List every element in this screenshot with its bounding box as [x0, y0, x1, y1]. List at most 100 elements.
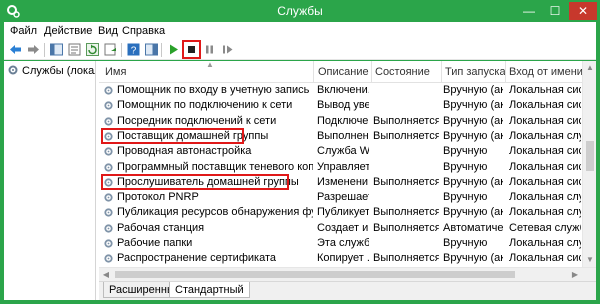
pause-service-icon[interactable] [202, 42, 217, 57]
service-description: Включени... [317, 84, 369, 96]
service-gear-icon [104, 162, 113, 172]
service-description: Изменени... [317, 175, 369, 188]
scroll-up-icon[interactable]: ▲ [583, 61, 597, 75]
service-description: Подключен... [317, 114, 369, 127]
service-startup-type: Вручную (ак... [443, 252, 503, 265]
service-startup-type: Вручную [443, 191, 488, 204]
column-divider[interactable] [313, 61, 314, 83]
service-gear-icon [104, 193, 113, 202]
svg-text:?: ? [131, 46, 137, 57]
minimize-button[interactable]: — [517, 2, 541, 20]
column-header-startup-type[interactable]: Тип запуска [445, 66, 506, 78]
column-divider[interactable] [371, 61, 372, 83]
properties-icon[interactable] [67, 42, 82, 57]
table-row[interactable]: Программный поставщик теневого копирован… [99, 160, 582, 175]
service-logon-as: Локальная сис... [509, 145, 581, 158]
service-logon-as: Локальная слу... [509, 206, 581, 219]
console-tree-icon[interactable] [49, 42, 64, 57]
table-row[interactable]: Рабочие папки Эта служб... Вручную Локальна… [99, 236, 582, 251]
service-startup-type: Вручную (ак... [443, 114, 503, 127]
service-name: Помощник по подключению к сети [117, 99, 293, 112]
toolbar: ? [4, 40, 596, 60]
service-name: Проводная автонастройка [117, 145, 252, 158]
service-logon-as: Локальная слу... [509, 237, 581, 249]
service-name: Помощник по входу в учетную запись Майкр… [117, 84, 313, 96]
service-name: Программный поставщик теневого копирован… [117, 160, 313, 173]
refresh-icon[interactable] [85, 42, 100, 57]
service-startup-type: Вручную (ак... [443, 206, 503, 219]
column-header-description[interactable]: Описание [318, 66, 369, 78]
help-icon[interactable]: ? [126, 42, 141, 57]
scroll-thumb[interactable] [115, 271, 515, 278]
service-description: Разрешает... [317, 191, 369, 204]
menu-file[interactable]: Файл [10, 25, 37, 37]
service-name: Протокол PNRP [117, 191, 199, 204]
close-button[interactable]: ✕ [569, 2, 597, 20]
horizontal-scrollbar[interactable]: ◀ ▶ [99, 267, 596, 281]
scroll-right-icon[interactable]: ▶ [568, 268, 582, 282]
title-bar: Службы — ☐ ✕ [0, 0, 600, 22]
scroll-thumb[interactable] [586, 141, 594, 171]
service-gear-icon [104, 224, 113, 233]
table-row[interactable]: Протокол PNRP Разрешает... Вручную Локальна… [99, 190, 582, 205]
service-description: Эта служб... [317, 237, 369, 249]
column-header-logon-as[interactable]: Вход от имени [509, 66, 583, 78]
service-gear-icon [104, 254, 113, 263]
service-name: Рабочие папки [117, 237, 193, 249]
vertical-scrollbar[interactable]: ▲ ▼ [582, 61, 596, 267]
scroll-left-icon[interactable]: ◀ [99, 268, 113, 282]
maximize-button[interactable]: ☐ [543, 2, 567, 20]
service-state: Выполняется [373, 221, 439, 234]
service-logon-as: Локальная сис... [509, 252, 581, 265]
menu-view[interactable]: Вид [98, 25, 118, 37]
table-row[interactable]: Проводная автонастройка Служба W... Вручну… [99, 144, 582, 159]
service-description: Выполнени... [317, 129, 369, 142]
back-arrow-icon[interactable] [8, 42, 23, 57]
menu-bar: Файл Действие Вид Справка [4, 22, 596, 40]
tree-item-services-local[interactable]: Службы (локальн [7, 64, 95, 77]
column-divider[interactable] [441, 61, 442, 83]
service-startup-type: Вручную (ак... [443, 84, 503, 96]
service-name: Посредник подключений к сети [117, 114, 277, 127]
highlight-box [101, 173, 289, 190]
restart-service-icon[interactable] [220, 42, 235, 57]
sort-indicator-icon: ▲ [206, 60, 214, 69]
service-gear-icon [104, 116, 113, 126]
service-logon-as: Сетевая служба [509, 221, 581, 234]
properties-panel-icon[interactable] [144, 42, 159, 57]
table-row[interactable]: Посредник подключений к сети Подключен...… [99, 114, 582, 129]
table-row[interactable]: Помощник по подключению к сети Вывод уве.… [99, 98, 582, 113]
tab-standard[interactable]: Стандартный [169, 282, 250, 298]
stop-service-icon[interactable] [184, 42, 199, 57]
service-description: Вывод уве... [317, 99, 369, 112]
toolbar-separator [44, 43, 45, 57]
table-row[interactable]: Поставщик домашней группыВыполнени...Вып… [99, 127, 582, 144]
table-row[interactable]: Публикация ресурсов обнаружения функции П… [99, 205, 582, 220]
start-service-icon[interactable] [166, 42, 181, 57]
highlight-box [101, 127, 244, 144]
menu-action[interactable]: Действие [44, 25, 92, 37]
service-description: Создает и ... [317, 221, 369, 234]
console-tree-pane: Службы (локальн [4, 61, 96, 300]
service-description: Управляет... [317, 160, 369, 173]
column-header-name[interactable]: Имя [105, 66, 126, 78]
table-row[interactable]: Помощник по входу в учетную запись Майкр… [99, 83, 582, 98]
service-logon-as: Локальная слу... [509, 129, 581, 142]
table-row[interactable]: Распространение сертификата Копирует ... В… [99, 251, 582, 266]
table-row[interactable]: Рабочая станция Создает и ... Выполняется А… [99, 221, 582, 236]
services-gear-icon [8, 65, 18, 75]
service-startup-type: Вручную [443, 237, 488, 249]
service-startup-type: Вручную (ак... [443, 129, 503, 142]
service-logon-as: Локальная сис... [509, 160, 581, 173]
forward-arrow-icon[interactable] [26, 42, 41, 57]
service-logon-as: Локальная сис... [509, 175, 581, 188]
export-list-icon[interactable] [103, 42, 118, 57]
scroll-down-icon[interactable]: ▼ [583, 253, 597, 267]
menu-help[interactable]: Справка [122, 25, 165, 37]
column-divider[interactable] [505, 61, 506, 83]
service-description: Публикует... [317, 206, 369, 219]
table-row[interactable]: Прослушиватель домашней группыИзменени..… [99, 173, 582, 190]
service-startup-type: Автоматиче... [443, 221, 503, 234]
column-header-state[interactable]: Состояние [375, 66, 430, 78]
service-state: Выполняется [373, 206, 439, 219]
